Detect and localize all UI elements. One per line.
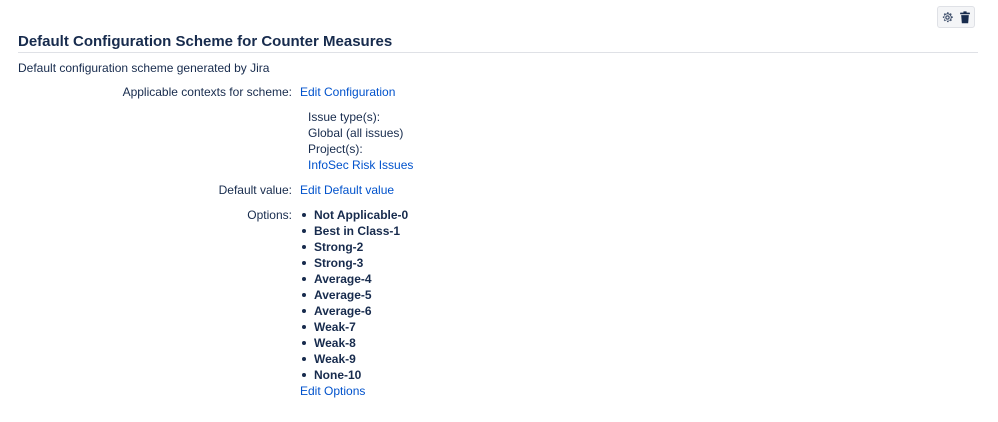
scheme-description: Default configuration scheme generated b… bbox=[18, 61, 270, 75]
options-label: Options: bbox=[247, 208, 292, 222]
list-item: None-10 bbox=[300, 367, 408, 383]
scheme-actions bbox=[937, 6, 975, 28]
projects-label: Project(s): bbox=[308, 142, 363, 156]
edit-configuration-link[interactable]: Edit Configuration bbox=[300, 85, 395, 99]
trash-icon[interactable] bbox=[958, 10, 971, 24]
contexts-row: Applicable contexts for scheme: Edit Con… bbox=[0, 84, 998, 100]
edit-default-value-link[interactable]: Edit Default value bbox=[300, 183, 394, 197]
list-item: Not Applicable-0 bbox=[300, 207, 408, 223]
default-value-row: Default value: Edit Default value bbox=[0, 182, 998, 198]
contexts-details: Issue type(s): Global (all issues) Proje… bbox=[308, 109, 413, 173]
issue-types-value: Global (all issues) bbox=[308, 126, 404, 140]
list-item: Strong-2 bbox=[300, 239, 408, 255]
scheme-header: Default Configuration Scheme for Counter… bbox=[18, 33, 978, 53]
list-item: Strong-3 bbox=[300, 255, 408, 271]
project-link[interactable]: InfoSec Risk Issues bbox=[308, 158, 413, 172]
list-item: Weak-9 bbox=[300, 351, 408, 367]
list-item: Average-6 bbox=[300, 303, 408, 319]
options-list: Not Applicable-0 Best in Class-1 Strong-… bbox=[300, 207, 408, 383]
list-item: Weak-8 bbox=[300, 335, 408, 351]
issue-types-label: Issue type(s): bbox=[308, 110, 381, 124]
list-item: Average-5 bbox=[300, 287, 408, 303]
gear-icon[interactable] bbox=[941, 11, 954, 24]
edit-options-link[interactable]: Edit Options bbox=[300, 384, 365, 398]
page-title: Default Configuration Scheme for Counter… bbox=[18, 33, 393, 50]
list-item: Average-4 bbox=[300, 271, 408, 287]
contexts-label: Applicable contexts for scheme: bbox=[122, 85, 292, 99]
list-item: Best in Class-1 bbox=[300, 223, 408, 239]
default-value-label: Default value: bbox=[218, 183, 292, 197]
list-item: Weak-7 bbox=[300, 319, 408, 335]
options-row: Options: Not Applicable-0 Best in Class-… bbox=[0, 207, 998, 399]
